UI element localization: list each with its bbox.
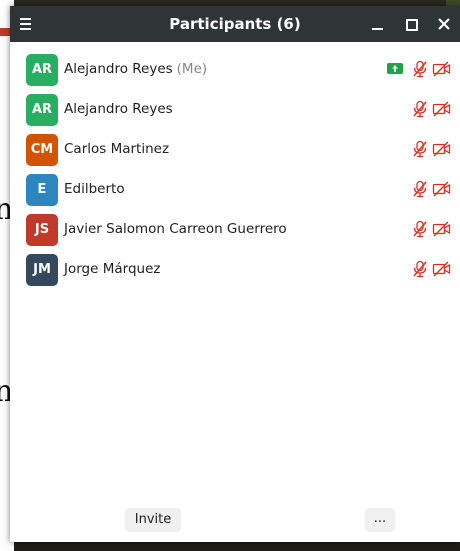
participant-row[interactable]: JS Javier Salomon Carreon Guerrero (10, 209, 460, 249)
close-button[interactable] (435, 15, 453, 33)
participant-row[interactable]: E Edilberto (10, 169, 460, 209)
mic-muted-icon[interactable] (412, 260, 428, 278)
participant-name-text: Edilberto (64, 181, 125, 197)
participant-name: Jorge Márquez (64, 249, 160, 289)
participant-name-text: Jorge Márquez (64, 261, 161, 277)
participant-list: AR Alejandro Reyes (Me) AR Alejandro Reyes CM… (10, 49, 460, 289)
participant-row[interactable]: AR Alejandro Reyes (10, 89, 460, 129)
screen-share-icon (387, 63, 403, 74)
participant-name: Javier Salomon Carreon Guerrero (64, 209, 287, 249)
participant-row[interactable]: CM Carlos Martinez (10, 129, 460, 169)
participant-name-text: Carlos Martinez (64, 141, 170, 157)
maximize-button[interactable] (402, 15, 420, 33)
participant-name-text: Alejandro Reyes (64, 101, 173, 117)
avatar: AR (26, 54, 58, 86)
participant-row[interactable]: JM Jorge Márquez (10, 249, 460, 289)
avatar: CM (26, 134, 58, 166)
avatar: JS (26, 214, 58, 246)
camera-off-icon[interactable] (432, 220, 452, 238)
avatar: AR (26, 94, 58, 126)
participant-name-text: Javier Salomon Carreon Guerrero (64, 221, 287, 237)
participant-row[interactable]: AR Alejandro Reyes (Me) (10, 49, 460, 89)
avatar: JM (26, 254, 58, 286)
me-tag: (Me) (176, 61, 208, 77)
minimize-button[interactable] (369, 15, 387, 33)
participant-name: Edilberto (64, 169, 125, 209)
close-icon (438, 18, 450, 30)
mic-muted-icon[interactable] (412, 60, 428, 78)
background-desktop-bottom (14, 542, 460, 551)
participant-name-text: Alejandro Reyes (64, 61, 173, 77)
mic-muted-icon[interactable] (412, 180, 428, 198)
camera-off-icon[interactable] (432, 60, 452, 78)
title-bar: Participants (6) (10, 6, 460, 42)
participant-name: Carlos Martinez (64, 129, 169, 169)
camera-off-icon[interactable] (432, 140, 452, 158)
mic-muted-icon[interactable] (412, 100, 428, 118)
camera-off-icon[interactable] (432, 260, 452, 278)
invite-button[interactable]: Invite (125, 508, 181, 532)
participant-name: Alejandro Reyes (Me) (64, 49, 207, 89)
participants-window: Participants (6) AR Alejandro Reyes (Me) AR… (10, 6, 460, 542)
camera-off-icon[interactable] (432, 180, 452, 198)
more-options-button[interactable]: ... (365, 508, 395, 532)
window-title: Participants (6) (169, 15, 301, 33)
participant-name: Alejandro Reyes (64, 89, 173, 129)
mic-muted-icon[interactable] (412, 220, 428, 238)
camera-off-icon[interactable] (432, 100, 452, 118)
avatar: E (26, 174, 58, 206)
mic-muted-icon[interactable] (412, 140, 428, 158)
